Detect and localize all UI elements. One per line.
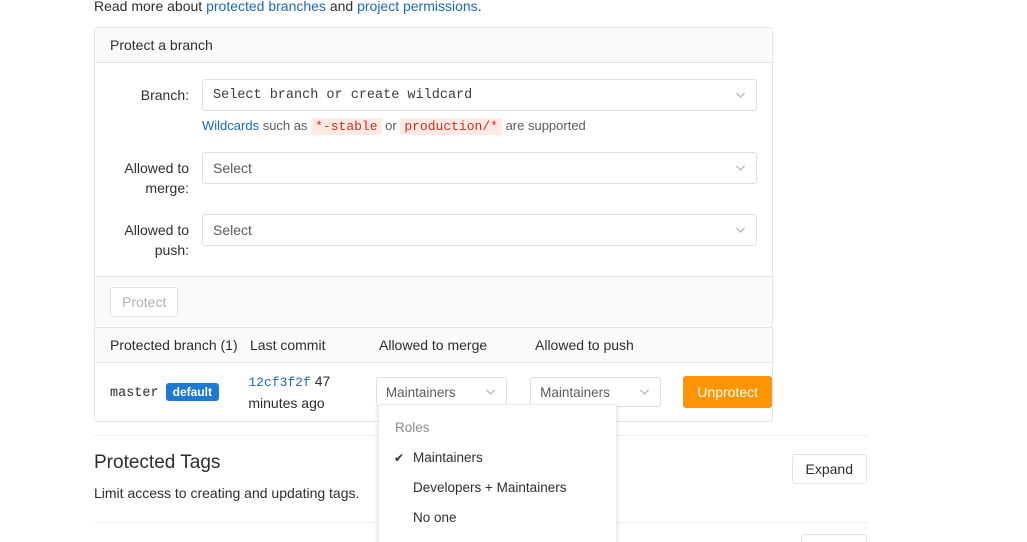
cell-allowed-to-merge: Maintainers [375, 377, 530, 407]
dropdown-item-developers-maintainers[interactable]: Developers + Maintainers [379, 473, 616, 503]
dropdown-section-header: Roles [395, 420, 430, 435]
protect-a-branch-panel: Protect a branch Branch: Select branch o… [94, 27, 773, 328]
panel-title: Protect a branch [110, 37, 213, 53]
intro-prefix: Read more about [94, 0, 207, 14]
branch-form-row: Branch: Select branch or create wildcard… [95, 79, 772, 136]
row-allowed-to-push-select[interactable]: Maintainers [530, 377, 662, 407]
next-section-expand-button-partial[interactable] [801, 534, 867, 542]
dropdown-item-no-one[interactable]: No one [379, 503, 616, 533]
allowed-to-push-label: Allowed to push: [124, 222, 189, 258]
help-text-3: are supported [501, 118, 586, 133]
table-header-row: Protected branch (1) Last commit Allowed… [95, 328, 772, 363]
wildcards-link[interactable]: Wildcards [202, 118, 259, 133]
dropdown-item-maintainers[interactable]: ✔ Maintainers [379, 443, 616, 473]
roles-dropdown-menu: Roles ✔ Maintainers Developers + Maintai… [378, 404, 617, 542]
cell-last-commit: 12cf3f2f 47 minutes ago [248, 371, 376, 413]
dropdown-item-label: Maintainers [413, 450, 483, 465]
panel-footer: Protect [95, 276, 772, 327]
cell-actions: Unprotect [683, 376, 772, 408]
commit-info: 12cf3f2f 47 minutes ago [248, 371, 376, 413]
chevron-down-icon [735, 163, 746, 174]
wildcard-example-stable: *-stable [311, 118, 382, 135]
protected-branches-link[interactable]: protected branches [206, 0, 326, 14]
wildcard-example-production: production/* [400, 118, 502, 135]
allowed-to-merge-value: Select [213, 160, 252, 176]
row-allowed-to-push-value: Maintainers [540, 384, 610, 400]
commit-sha-link[interactable]: 12cf3f2f [248, 375, 310, 390]
expand-button[interactable]: Expand [791, 454, 867, 484]
th-last-commit: Last commit [250, 337, 326, 353]
check-icon: ✔ [394, 451, 405, 465]
panel-body: Branch: Select branch or create wildcard… [95, 63, 772, 276]
th-allowed-to-merge: Allowed to merge [379, 337, 488, 353]
allowed-to-merge-form-row: Allowed to merge: Select [95, 152, 772, 198]
intro-suffix: . [477, 0, 482, 14]
allowed-to-merge-select[interactable]: Select [202, 152, 757, 184]
chevron-down-icon [639, 387, 650, 398]
help-text-1: such as [259, 118, 312, 133]
branch-select[interactable]: Select branch or create wildcard [202, 79, 757, 111]
intro-text: Read more about protected branches and p… [94, 0, 482, 16]
row-allowed-to-merge-select[interactable]: Maintainers [375, 377, 507, 407]
th-protected-branch: Protected branch (1) [110, 337, 238, 353]
th-allowed-to-push: Allowed to push [535, 337, 634, 353]
unprotect-button[interactable]: Unprotect [683, 376, 772, 408]
allowed-to-push-value: Select [213, 222, 252, 238]
panel-header: Protect a branch [95, 28, 772, 63]
branch-name: master [110, 385, 159, 401]
cell-branch: master default [95, 383, 248, 402]
branch-control: Select branch or create wildcard Wildcar… [202, 79, 772, 136]
branch-select-value: Select branch or create wildcard [213, 87, 473, 103]
wildcard-help-text: Wildcards such as *-stable or production… [202, 117, 757, 136]
protect-button[interactable]: Protect [110, 287, 179, 317]
chevron-down-icon [735, 90, 746, 101]
branch-label: Branch: [140, 87, 189, 103]
allowed-to-merge-control: Select [202, 152, 772, 184]
chevron-down-icon [735, 225, 746, 236]
dropdown-item-label: No one [413, 510, 457, 525]
row-allowed-to-merge-value: Maintainers [385, 384, 456, 400]
chevron-down-icon [485, 387, 496, 398]
allowed-to-merge-label: Allowed to merge: [124, 160, 189, 196]
allowed-to-push-form-row: Allowed to push: Select [95, 214, 772, 260]
help-text-2: or [381, 118, 401, 133]
project-permissions-link[interactable]: project permissions [357, 0, 478, 14]
dropdown-item-label: Developers + Maintainers [413, 480, 567, 495]
intro-middle: and [325, 0, 358, 14]
cell-allowed-to-push: Maintainers [530, 377, 683, 407]
status-badge: default [165, 383, 219, 402]
protected-branches-settings-page: Read more about protected branches and p… [0, 0, 1027, 542]
allowed-to-push-select[interactable]: Select [202, 214, 757, 246]
allowed-to-push-control: Select [202, 214, 772, 246]
